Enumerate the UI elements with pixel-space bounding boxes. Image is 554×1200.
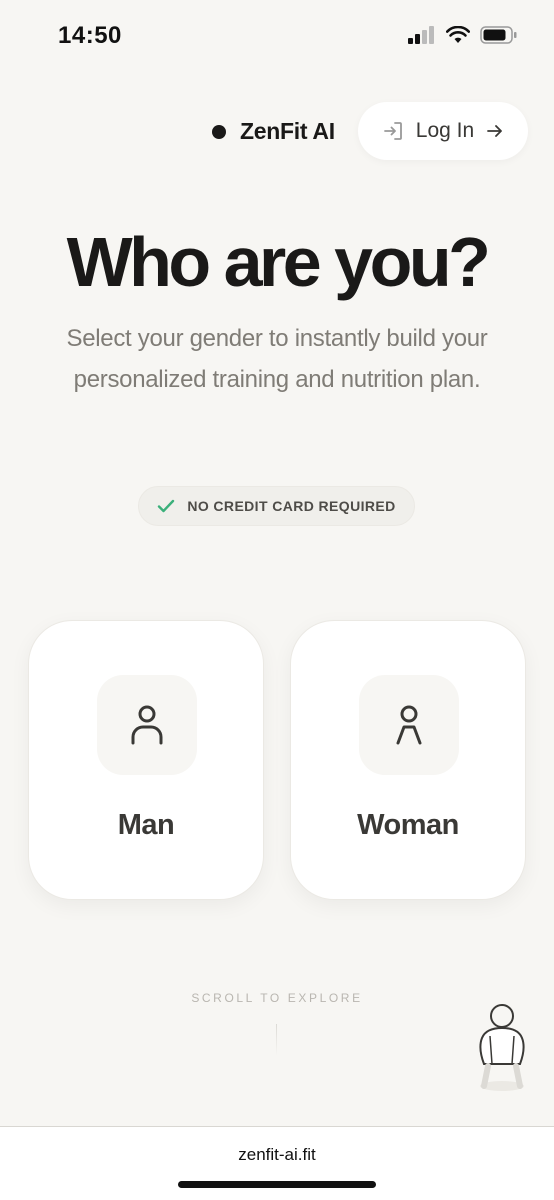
login-button[interactable]: Log In [358, 102, 528, 160]
mascot-figure-icon[interactable] [474, 1000, 530, 1094]
wifi-icon [446, 26, 470, 43]
arrow-right-icon [487, 125, 503, 137]
battery-icon [480, 26, 517, 44]
browser-bottom-bar: zenfit-ai.fit [0, 1126, 554, 1200]
brand-name: ZenFit AI [240, 118, 335, 144]
url-bar[interactable]: zenfit-ai.fit [0, 1145, 554, 1165]
brand-dot-icon [212, 124, 226, 139]
man-icon [131, 705, 163, 745]
page-title: Who are you? [66, 223, 491, 301]
home-indicator[interactable] [178, 1181, 376, 1188]
login-label: Log In [415, 119, 475, 142]
option-card-man[interactable]: Man [28, 620, 264, 900]
scroll-hint: SCROLL TO EXPLORE [191, 991, 363, 1005]
option-card-woman[interactable]: Woman [290, 620, 526, 900]
header: ZenFit AI Log In [0, 102, 554, 162]
option-label-woman: Woman [357, 809, 459, 841]
check-icon [158, 499, 175, 513]
woman-icon-container [359, 675, 459, 775]
status-time: 14:50 [58, 22, 122, 49]
no-credit-card-badge: NO CREDIT CARD REQUIRED [138, 486, 415, 526]
man-icon-container [97, 675, 197, 775]
badge-label: NO CREDIT CARD REQUIRED [187, 498, 396, 514]
status-icons [408, 26, 518, 44]
page-subtitle: Select your gender to instantly build yo… [66, 325, 488, 393]
option-label-man: Man [117, 809, 175, 841]
woman-icon [396, 705, 422, 745]
brand-logo[interactable]: ZenFit AI [212, 118, 335, 145]
login-icon [383, 122, 402, 140]
scroll-indicator-line [276, 1024, 277, 1056]
cellular-signal-icon [408, 26, 434, 44]
status-bar: 14:50 [0, 0, 554, 76]
